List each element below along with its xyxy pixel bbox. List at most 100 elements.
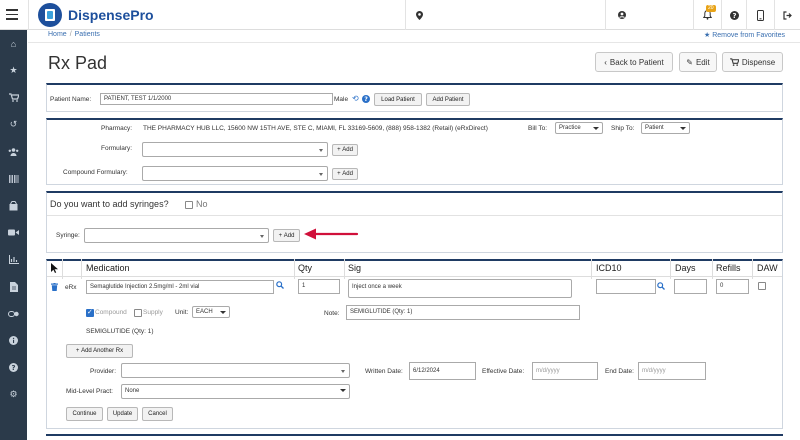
supply-label: Supply (143, 309, 163, 316)
load-patient-button[interactable]: Load Patient (374, 93, 422, 106)
home-icon[interactable]: ⌂ (8, 38, 19, 49)
syringe-label: Syringe: (56, 232, 80, 239)
end-date-label: End Date: (605, 368, 634, 375)
help-circle-icon[interactable]: ? (362, 95, 370, 105)
bill-to-label: Bill To: (528, 125, 548, 132)
plus-icon: + (75, 348, 80, 354)
syringe-add-button[interactable]: + Add (273, 229, 300, 242)
plus-icon: + (278, 232, 283, 239)
rx-type: eRx (65, 284, 77, 291)
ship-to-select[interactable]: Patient (641, 122, 690, 134)
provider-select[interactable] (121, 363, 350, 378)
refresh-icon[interactable]: ⟲ (352, 94, 359, 103)
compound-formulary-select[interactable] (142, 166, 328, 181)
patient-name-label: Patient Name: (50, 96, 92, 103)
star-icon[interactable]: ★ (8, 65, 19, 76)
syringe-no-checkbox[interactable] (185, 201, 193, 209)
compound-label: Compound (95, 309, 127, 316)
qty-input[interactable]: 1 (298, 279, 340, 294)
plus-icon: + (337, 171, 341, 177)
dispense-button[interactable]: Dispense (722, 52, 783, 72)
syringe-no-label: No (196, 199, 208, 209)
end-date-input[interactable]: m/d/yyyy (638, 362, 706, 380)
barcode-icon[interactable] (8, 173, 19, 184)
pharmacy-label: Pharmacy: (101, 125, 133, 132)
breadcrumb-patients[interactable]: Patients (75, 31, 100, 38)
cursor-icon (51, 263, 58, 273)
refills-input[interactable]: 0 (716, 279, 749, 294)
next-panel-border (46, 434, 783, 436)
page-title: Rx Pad (48, 53, 108, 73)
continue-button[interactable]: Continue (66, 407, 103, 421)
written-date-input[interactable]: 6/12/2024 (409, 362, 476, 380)
col-refills: Refills (716, 263, 741, 273)
add-another-rx-label: Add Another Rx (81, 348, 124, 354)
formulary-add-button[interactable]: + Add (332, 144, 358, 156)
cancel-button[interactable]: Cancel (142, 407, 173, 421)
days-input[interactable] (674, 279, 707, 294)
syringe-select[interactable] (84, 228, 269, 243)
formulary-label: Formulary: (101, 145, 133, 152)
sign-out-icon (783, 10, 792, 20)
menu-icon[interactable] (6, 9, 18, 20)
sig-textarea[interactable]: Inject once a week (348, 279, 572, 298)
logout-button[interactable] (774, 0, 800, 30)
users-icon[interactable] (8, 146, 19, 157)
plus-icon: + (337, 147, 341, 153)
trash-icon[interactable] (51, 283, 58, 291)
col-icd10: ICD10 (596, 263, 622, 273)
video-icon[interactable] (8, 227, 19, 238)
compound-add-button[interactable]: + Add (332, 168, 358, 180)
syringe-question: Do you want to add syringes? (50, 199, 169, 209)
help-circle-icon[interactable]: ? (8, 362, 19, 373)
medication-search-icon[interactable] (276, 281, 284, 291)
box-icon[interactable] (8, 200, 19, 211)
add-another-rx-button[interactable]: + Add Another Rx (66, 344, 133, 358)
rx-summary: SEMIGLUTIDE (Qty: 1) (86, 328, 154, 335)
daw-checkbox[interactable] (758, 282, 766, 290)
chevron-left-icon: ‹ (604, 57, 607, 67)
compound-checkbox[interactable] (86, 308, 94, 317)
unit-select[interactable]: EACH (192, 306, 230, 318)
user-menu[interactable] (605, 0, 693, 30)
formulary-select[interactable] (142, 142, 328, 157)
note-input[interactable]: SEMIGLUTIDE (Qty: 1) (346, 305, 580, 320)
supply-checkbox[interactable] (134, 309, 142, 317)
file-icon[interactable] (8, 281, 19, 292)
location-selector[interactable] (405, 0, 605, 30)
icd10-search-icon[interactable] (657, 282, 665, 292)
formulary-add-label: Add (342, 147, 353, 153)
mobile-button[interactable] (746, 0, 774, 30)
cart-icon[interactable] (8, 92, 19, 103)
note-label: Note: (324, 310, 340, 317)
breadcrumb: Home / Patients (48, 31, 100, 38)
info-icon[interactable] (8, 335, 19, 346)
settings-icon[interactable]: ⚙ (8, 389, 19, 400)
col-days: Days (675, 263, 696, 273)
patient-gender: Male (334, 96, 349, 103)
update-button[interactable]: Update (107, 407, 138, 421)
medication-input[interactable]: Semaglutide Injection 2.5mg/ml - 2ml via… (86, 280, 274, 294)
pharmacy-value: THE PHARMACY HUB LLC, 15600 NW 15TH AVE,… (143, 125, 488, 132)
back-to-patient-label: Back to Patient (609, 57, 664, 67)
breadcrumb-home[interactable]: Home (48, 31, 67, 38)
icd10-input[interactable] (596, 279, 656, 294)
effective-date-label: Effective Date: (482, 368, 525, 375)
favorites-link[interactable]: ★ Remove from Favorites (704, 31, 785, 39)
mid-level-select[interactable]: None (121, 384, 350, 399)
svg-text:?: ? (732, 11, 736, 19)
history-icon[interactable]: ↺ (8, 119, 19, 130)
bill-to-select[interactable]: Practice (555, 122, 603, 134)
patient-name-input[interactable]: PATIENT, TEST 1/1/2000 (100, 93, 333, 105)
pills-icon[interactable] (8, 308, 19, 319)
help-button[interactable]: ? (721, 0, 746, 30)
map-pin-icon (416, 10, 423, 20)
add-patient-button[interactable]: Add Patient (426, 93, 470, 106)
user-circle-icon (618, 11, 626, 19)
back-to-patient-button[interactable]: ‹ Back to Patient (595, 52, 673, 72)
edit-button[interactable]: ✎ Edit (679, 52, 717, 72)
effective-date-input[interactable]: m/d/yyyy (532, 362, 598, 380)
svg-text:?: ? (364, 96, 368, 103)
edit-label: Edit (695, 57, 710, 67)
chart-icon[interactable] (8, 254, 19, 265)
